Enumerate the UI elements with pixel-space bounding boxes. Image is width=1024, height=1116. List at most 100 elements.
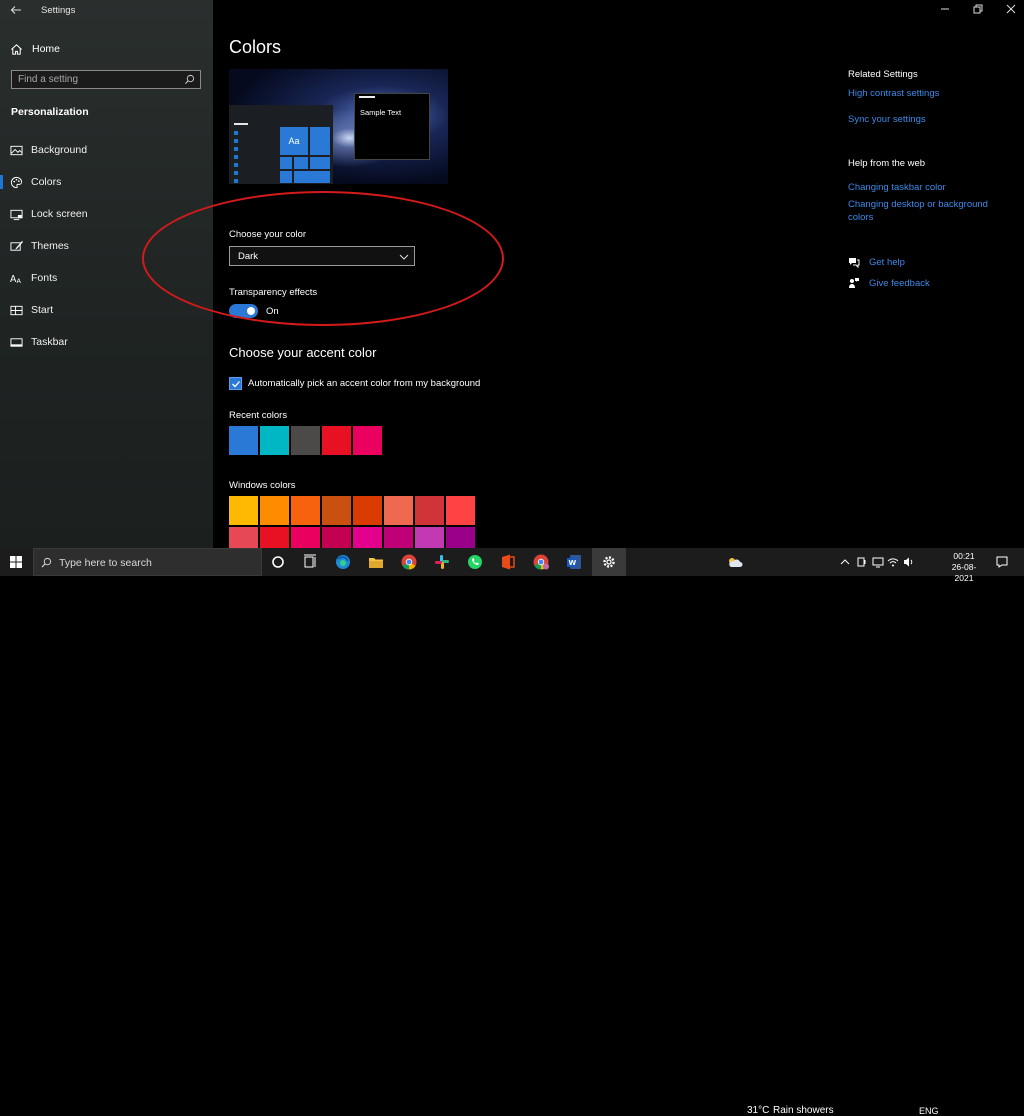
weather-description[interactable]: Rain showers bbox=[773, 1105, 834, 1116]
start-grid-icon bbox=[10, 305, 23, 315]
windows-color-swatch-row2-2[interactable] bbox=[260, 527, 289, 548]
slack-icon[interactable] bbox=[433, 553, 451, 571]
taskbar-search-box[interactable] bbox=[33, 548, 262, 576]
minimize-button[interactable] bbox=[938, 4, 952, 18]
preview-tile-text: Aa bbox=[288, 136, 300, 146]
taskbar-color-link[interactable]: Changing taskbar color bbox=[848, 181, 998, 194]
weather-temperature[interactable]: 31°C bbox=[747, 1105, 769, 1116]
input-language[interactable]: ENG bbox=[919, 1106, 939, 1116]
windows-color-swatch-row2-8[interactable] bbox=[446, 527, 475, 548]
find-setting-search[interactable] bbox=[11, 70, 201, 89]
restore-button[interactable] bbox=[971, 4, 985, 18]
windows-color-swatch-2[interactable] bbox=[260, 496, 289, 525]
taskbar-clock[interactable]: 00:21 26-08-2021 bbox=[944, 551, 984, 584]
restore-icon bbox=[973, 4, 983, 14]
recent-color-swatch-3[interactable] bbox=[291, 426, 320, 455]
windows-color-swatch-8[interactable] bbox=[446, 496, 475, 525]
chrome-profile-icon[interactable] bbox=[532, 553, 550, 571]
recent-color-swatch-5[interactable] bbox=[353, 426, 382, 455]
windows-color-swatch-row2-6[interactable] bbox=[384, 527, 413, 548]
auto-accent-label: Automatically pick an accent color from … bbox=[248, 378, 481, 389]
home-icon bbox=[11, 43, 22, 55]
sidebar-item-background[interactable]: Background bbox=[0, 138, 213, 162]
minimize-icon bbox=[941, 8, 949, 10]
windows-color-swatch-row2-7[interactable] bbox=[415, 527, 444, 548]
cortana-icon[interactable] bbox=[269, 553, 287, 571]
search-icon[interactable] bbox=[184, 74, 195, 85]
desktop-colors-link[interactable]: Changing desktop or background colors bbox=[848, 198, 998, 224]
windows-color-swatch-row2-5[interactable] bbox=[353, 527, 382, 548]
high-contrast-link[interactable]: High contrast settings bbox=[848, 87, 998, 100]
auto-accent-checkbox[interactable] bbox=[229, 377, 242, 390]
related-settings-heading: Related Settings bbox=[848, 69, 918, 80]
chevron-up-icon[interactable] bbox=[839, 556, 851, 568]
windows-color-swatch-row2-1[interactable] bbox=[229, 527, 258, 548]
word-icon[interactable]: W bbox=[565, 553, 583, 571]
taskbar-search-input[interactable] bbox=[59, 555, 254, 570]
page-title: Colors bbox=[229, 37, 282, 57]
weather-cloud-icon[interactable] bbox=[727, 556, 743, 568]
windows-color-swatch-3[interactable] bbox=[291, 496, 320, 525]
sidebar-item-taskbar[interactable]: Taskbar bbox=[0, 330, 213, 354]
get-help-link[interactable]: Get help bbox=[848, 255, 905, 269]
windows-color-swatch-7[interactable] bbox=[415, 496, 444, 525]
windows-taskbar: W 31°C Rain showers ENG bbox=[0, 548, 1024, 1116]
search-icon bbox=[41, 557, 52, 568]
find-setting-input[interactable] bbox=[18, 72, 178, 87]
clock-time: 00:21 bbox=[953, 551, 975, 561]
windows-color-swatch-5[interactable] bbox=[353, 496, 382, 525]
give-feedback-link[interactable]: Give feedback bbox=[848, 276, 930, 290]
chrome-icon[interactable] bbox=[400, 553, 418, 571]
windows-color-swatch-1[interactable] bbox=[229, 496, 258, 525]
sidebar-item-label: Colors bbox=[31, 176, 62, 188]
recent-colors-row bbox=[229, 426, 384, 455]
accent-color-heading: Choose your accent color bbox=[229, 345, 377, 360]
brush-icon bbox=[10, 240, 23, 251]
sidebar-item-start[interactable]: Start bbox=[0, 298, 213, 322]
sidebar-item-label: Taskbar bbox=[31, 336, 68, 348]
windows-color-swatch-4[interactable] bbox=[322, 496, 351, 525]
windows-color-swatch-row2-4[interactable] bbox=[322, 527, 351, 548]
feedback-person-icon bbox=[849, 278, 859, 288]
recent-color-swatch-4[interactable] bbox=[322, 426, 351, 455]
network-icon[interactable] bbox=[872, 556, 884, 568]
volume-icon[interactable] bbox=[903, 556, 915, 568]
recent-color-swatch-2[interactable] bbox=[260, 426, 289, 455]
checkmark-icon bbox=[232, 381, 240, 388]
home-link[interactable]: Home bbox=[10, 42, 60, 56]
task-view-icon[interactable] bbox=[301, 553, 319, 571]
transparency-toggle[interactable] bbox=[229, 304, 258, 318]
sidebar-item-lock-screen[interactable]: Lock screen bbox=[0, 202, 213, 226]
preview-sample-text: Sample Text bbox=[360, 108, 402, 117]
office-icon[interactable] bbox=[499, 553, 517, 571]
wifi-icon[interactable] bbox=[887, 556, 899, 568]
windows-color-swatch-6[interactable] bbox=[384, 496, 413, 525]
settings-taskbar-button[interactable] bbox=[592, 548, 626, 576]
get-help-label: Get help bbox=[869, 256, 905, 268]
recent-color-swatch-1[interactable] bbox=[229, 426, 258, 455]
taskbar-icon bbox=[10, 337, 23, 347]
close-button[interactable] bbox=[1004, 4, 1018, 18]
clock-date: 26-08-2021 bbox=[951, 562, 977, 583]
sidebar-item-colors[interactable]: Colors bbox=[0, 170, 213, 194]
whatsapp-icon[interactable] bbox=[466, 553, 484, 571]
home-label: Home bbox=[32, 43, 61, 55]
windows-color-swatch-row2-3[interactable] bbox=[291, 527, 320, 548]
sync-settings-link[interactable]: Sync your settings bbox=[848, 113, 998, 126]
edge-browser-icon[interactable] bbox=[334, 553, 352, 571]
sidebar-item-themes[interactable]: Themes bbox=[0, 234, 213, 258]
back-arrow-icon[interactable] bbox=[10, 4, 24, 18]
recent-colors-label: Recent colors bbox=[229, 410, 288, 421]
sidebar-item-label: Lock screen bbox=[31, 208, 88, 220]
transparency-state: On bbox=[266, 306, 279, 317]
action-center-icon[interactable] bbox=[996, 556, 1008, 568]
sidebar-item-fonts[interactable]: AA Fonts bbox=[0, 266, 213, 290]
settings-sidebar: Settings Home Personalization Background… bbox=[0, 0, 213, 548]
device-icon[interactable] bbox=[856, 556, 868, 568]
file-explorer-icon[interactable] bbox=[367, 553, 385, 571]
chevron-down-icon bbox=[399, 254, 409, 260]
windows-start-icon[interactable] bbox=[10, 556, 22, 568]
sidebar-item-label: Background bbox=[31, 144, 88, 156]
choose-color-dropdown[interactable]: Dark bbox=[229, 246, 415, 266]
monitor-lock-icon bbox=[10, 209, 23, 220]
